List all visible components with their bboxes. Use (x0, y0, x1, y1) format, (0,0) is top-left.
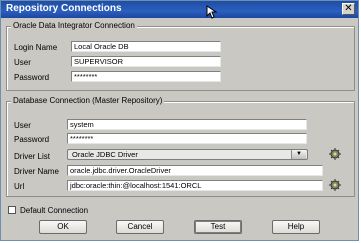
login-name-label: Login Name (14, 43, 58, 52)
test-button[interactable]: Test (194, 220, 242, 234)
driver-browse-icon[interactable] (329, 148, 341, 160)
db-user-label: User (14, 121, 31, 130)
db-password-label: Password (14, 135, 50, 144)
help-button[interactable]: Help (272, 220, 320, 234)
odi-user-field[interactable]: SUPERVISOR (71, 56, 221, 67)
mouse-pointer-icon (206, 5, 218, 19)
driver-name-label: Driver Name (14, 167, 59, 176)
dropdown-arrow-icon[interactable]: ▼ (291, 150, 306, 159)
cancel-button[interactable]: Cancel (116, 220, 164, 234)
driver-list-label: Driver List (14, 152, 51, 161)
default-connection-checkbox[interactable] (8, 206, 16, 214)
driver-name-field[interactable]: oracle.jdbc.driver.OracleDriver (67, 165, 323, 176)
db-group-legend: Database Connection (Master Repository) (11, 96, 165, 105)
close-icon[interactable]: ✕ (342, 3, 355, 15)
odi-user-label: User (14, 58, 31, 67)
ok-button[interactable]: OK (39, 220, 87, 234)
driver-list-select[interactable]: Oracle JDBC Driver ▼ (67, 149, 308, 160)
url-label: Url (14, 182, 25, 191)
title-bar[interactable]: Repository Connections ✕ (1, 1, 358, 18)
login-name-field[interactable]: Local Oracle DB (71, 41, 221, 52)
odi-password-field[interactable]: ******** (71, 71, 221, 82)
odi-password-label: Password (14, 73, 50, 82)
url-browse-icon[interactable] (329, 179, 341, 191)
url-field[interactable]: jdbc:oracle:thin:@localhost:1541:ORCL (67, 180, 323, 191)
repository-connections-dialog: Repository Connections ✕ Oracle Data Int… (0, 0, 359, 241)
db-password-field[interactable]: ******** (67, 133, 307, 144)
default-connection-label: Default Connection (20, 206, 89, 215)
db-user-field[interactable]: system (67, 119, 307, 130)
dialog-title: Repository Connections (6, 3, 122, 14)
driver-list-value: Oracle JDBC Driver (72, 150, 138, 159)
odi-group-legend: Oracle Data Integrator Connection (11, 21, 137, 30)
